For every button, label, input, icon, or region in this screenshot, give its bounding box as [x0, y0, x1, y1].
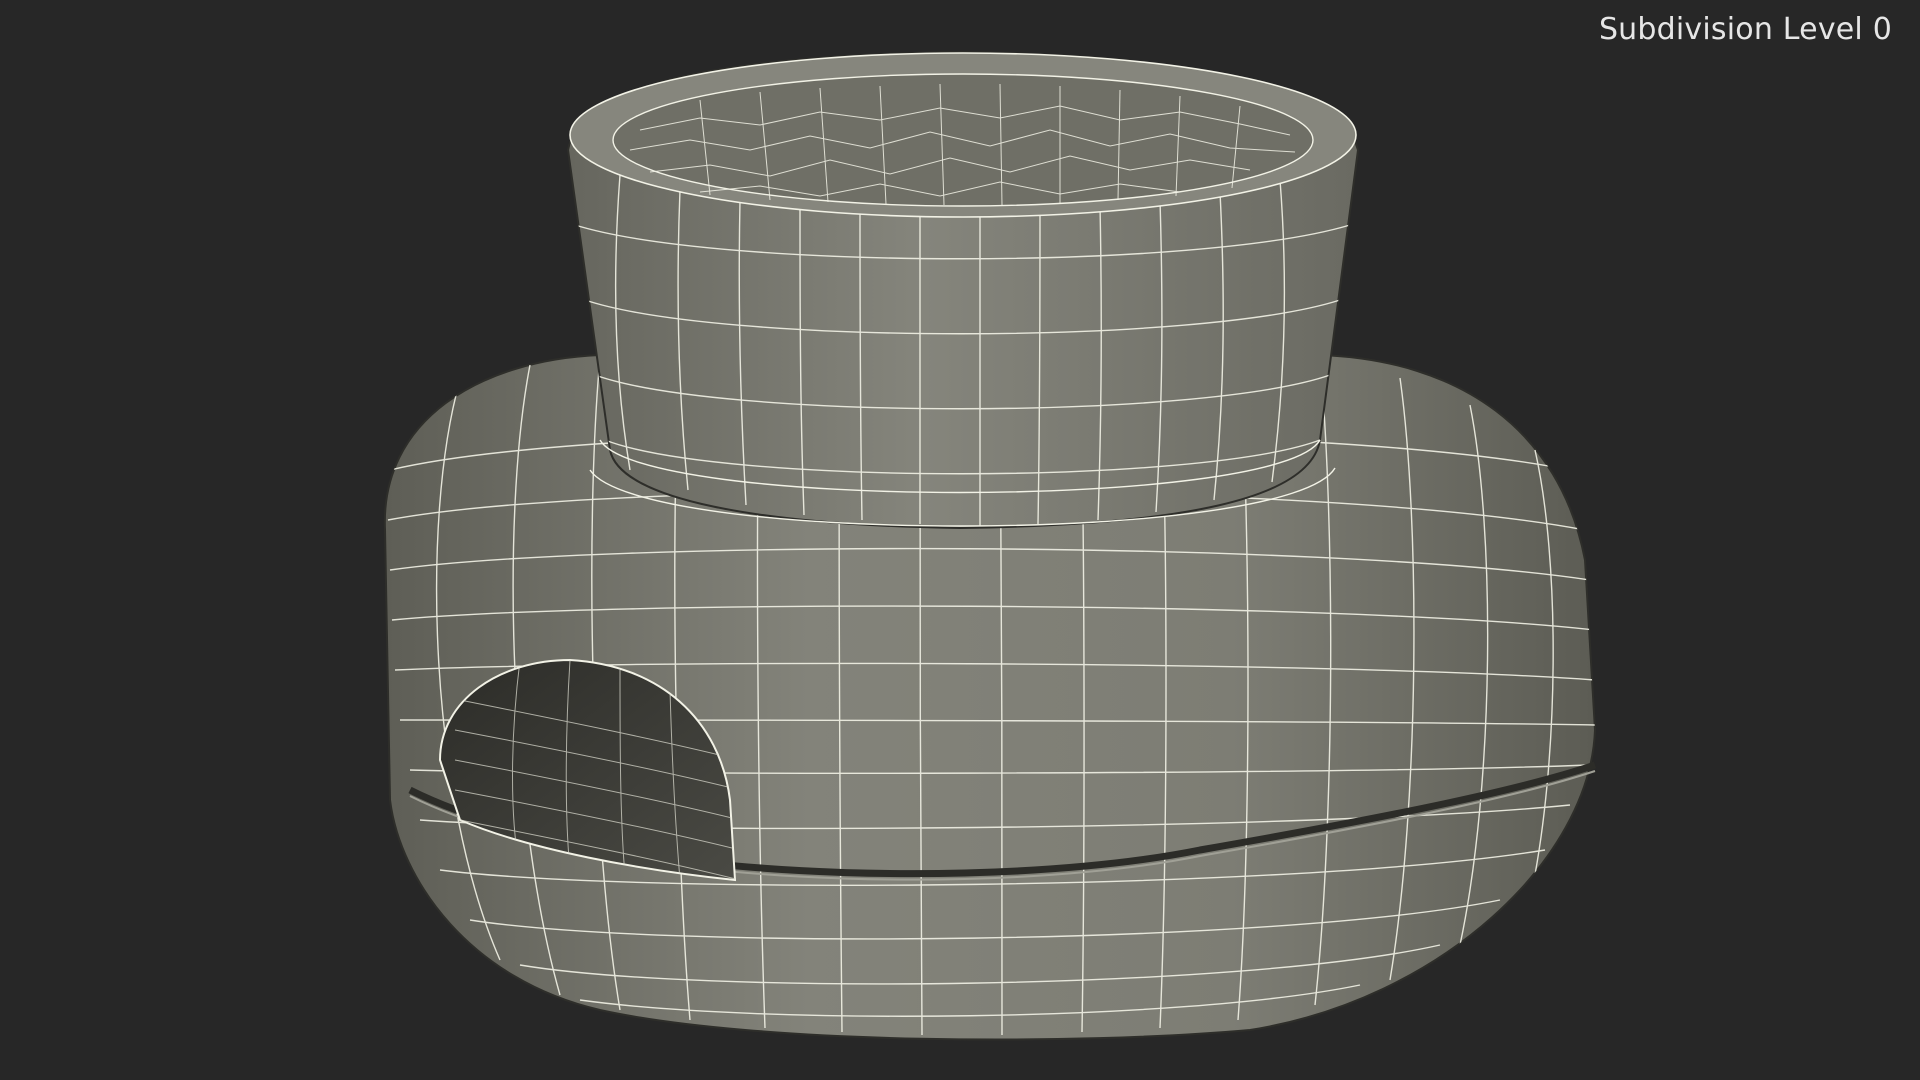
subdivision-level-label: Subdivision Level 0: [1598, 12, 1892, 47]
3d-viewport[interactable]: Subdivision Level 0: [0, 0, 1920, 1080]
wireframe-model: [383, 50, 1597, 1041]
top-cup: [566, 50, 1360, 530]
